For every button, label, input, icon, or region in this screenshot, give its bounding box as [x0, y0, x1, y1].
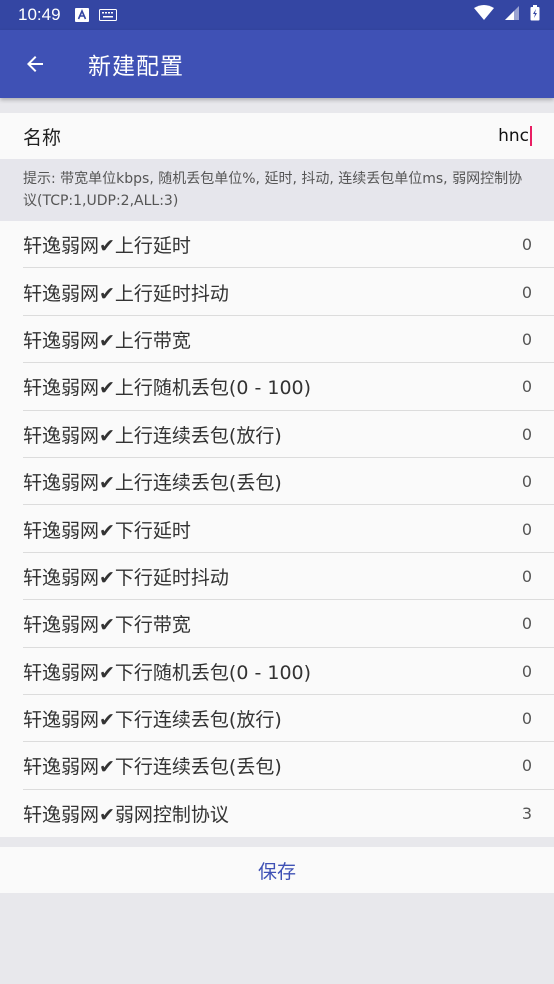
settings-row[interactable]: 轩逸弱网✔上行延时 0 [0, 221, 554, 269]
settings-row[interactable]: 轩逸弱网✔下行随机丢包(0 - 100) 0 [0, 648, 554, 696]
settings-row[interactable]: 轩逸弱网✔下行连续丢包(丢包) 0 [0, 742, 554, 791]
settings-row[interactable]: 轩逸弱网✔上行带宽 0 [0, 316, 554, 364]
app-bar: 新建配置 [0, 30, 554, 98]
keyboard-icon [98, 9, 117, 21]
settings-row-label: 轩逸弱网✔上行延时抖动 [23, 282, 229, 305]
settings-row-value: 0 [521, 424, 532, 444]
settings-row-value: 0 [521, 329, 532, 349]
settings-row-label: 轩逸弱网✔下行连续丢包(丢包) [23, 756, 282, 779]
settings-row[interactable]: 轩逸弱网✔下行带宽 0 [0, 600, 554, 648]
settings-list: 轩逸弱网✔上行延时 0 轩逸弱网✔上行延时抖动 0 轩逸弱网✔上行带宽 0 轩逸弱网✔上行随… [0, 221, 554, 838]
save-bar: 保存 [0, 847, 554, 894]
settings-row-label: 轩逸弱网✔上行带宽 [23, 329, 191, 352]
status-time: 10:49 [18, 5, 61, 24]
settings-row[interactable]: 轩逸弱网✔上行延时抖动 0 [0, 268, 554, 317]
wifi-icon [474, 5, 494, 25]
font-notification-icon [74, 8, 89, 22]
name-field-row[interactable]: 名称 hnc [0, 113, 554, 159]
settings-row[interactable]: 轩逸弱网✔上行连续丢包(放行) 0 [0, 411, 554, 459]
settings-row-value: 0 [521, 235, 532, 255]
settings-row-label: 轩逸弱网✔上行延时 [23, 235, 191, 258]
settings-row-value: 0 [521, 661, 532, 681]
status-bar: 10:49 [0, 0, 554, 30]
settings-row-label: 轩逸弱网✔下行带宽 [23, 614, 191, 637]
settings-row-label: 轩逸弱网✔弱网控制协议 [23, 803, 229, 826]
settings-row-label: 轩逸弱网✔下行连续丢包(放行) [23, 709, 282, 732]
battery-icon [530, 5, 540, 25]
settings-row[interactable]: 轩逸弱网✔下行延时 0 [0, 505, 554, 554]
settings-row-value: 0 [521, 472, 532, 492]
settings-row[interactable]: 轩逸弱网✔下行延时抖动 0 [0, 553, 554, 601]
settings-row-label: 轩逸弱网✔上行连续丢包(放行) [23, 424, 282, 447]
name-input-value: hnc [498, 126, 529, 146]
text-cursor [530, 126, 532, 146]
settings-row-value: 0 [521, 709, 532, 729]
name-input[interactable]: hnc [498, 126, 532, 146]
settings-row-label: 轩逸弱网✔上行随机丢包(0 - 100) [23, 377, 312, 400]
settings-row-value: 0 [521, 282, 532, 302]
settings-row[interactable]: 轩逸弱网✔弱网控制协议 3 [0, 790, 554, 837]
settings-row-label: 轩逸弱网✔下行随机丢包(0 - 100) [23, 661, 312, 684]
settings-row-label: 轩逸弱网✔下行延时抖动 [23, 566, 229, 589]
settings-row-value: 0 [521, 519, 532, 539]
settings-row[interactable]: 轩逸弱网✔上行随机丢包(0 - 100) 0 [0, 363, 554, 411]
name-field-label: 名称 [23, 126, 62, 149]
settings-row[interactable]: 轩逸弱网✔下行连续丢包(放行) 0 [0, 695, 554, 743]
page-title: 新建配置 [88, 54, 184, 80]
settings-row-value: 0 [521, 614, 532, 634]
settings-row-label: 轩逸弱网✔上行连续丢包(丢包) [23, 472, 282, 495]
settings-row-value: 0 [521, 756, 532, 776]
back-button[interactable] [0, 30, 70, 98]
settings-row-label: 轩逸弱网✔下行延时 [23, 519, 191, 542]
settings-row[interactable]: 轩逸弱网✔上行连续丢包(丢包) 0 [0, 458, 554, 506]
signal-icon [504, 5, 520, 25]
save-button[interactable]: 保存 [238, 849, 316, 892]
hint-text: 提示: 带宽单位kbps, 随机丢包单位%, 延时, 抖动, 连续丢包单位ms,… [0, 159, 554, 221]
settings-row-value: 0 [521, 377, 532, 397]
settings-row-value: 0 [521, 566, 532, 586]
arrow-left-icon [27, 56, 43, 72]
settings-row-value: 3 [521, 803, 532, 823]
